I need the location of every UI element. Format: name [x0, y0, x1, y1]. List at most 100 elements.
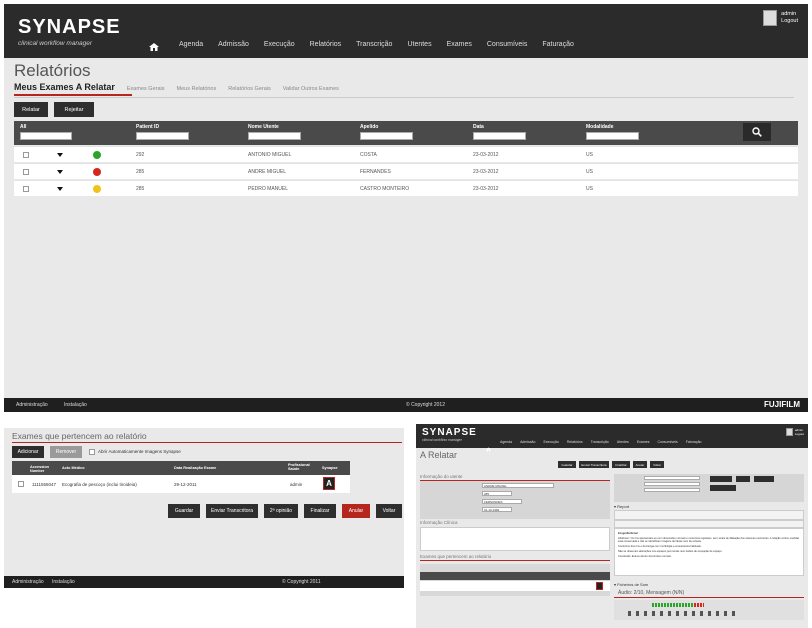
- finalizar-button[interactable]: Finalizar: [304, 504, 336, 518]
- meta-action-2[interactable]: [736, 476, 750, 482]
- tab-meus-exames[interactable]: Meus Exames A Relatar: [14, 82, 115, 92]
- user-menu[interactable]: admin Logout: [763, 10, 798, 26]
- auto-open-checkbox[interactable]: [89, 449, 95, 455]
- main-footer: Administração Instalação © Copyright 201…: [4, 398, 808, 412]
- row-checkbox[interactable]: [23, 169, 29, 175]
- meta-action-1[interactable]: [710, 476, 732, 482]
- anular-button[interactable]: Anular: [342, 504, 370, 518]
- nav-agenda[interactable]: Agenda: [179, 41, 203, 48]
- nav-exames[interactable]: Exames: [447, 41, 472, 48]
- main-content: Relatórios Meus Exames A Relatar Exames …: [4, 58, 808, 398]
- filter-all-input[interactable]: [20, 132, 72, 140]
- nav-consumiveis[interactable]: Consumíveis: [657, 440, 677, 444]
- nav-execucao[interactable]: Execução: [264, 41, 295, 48]
- relatar-button[interactable]: Relatar: [14, 102, 48, 117]
- logout-link[interactable]: Logout: [795, 432, 804, 436]
- segunda-opiniao-button[interactable]: 2ª opinião: [264, 504, 298, 518]
- nav-agenda[interactable]: Agenda: [500, 440, 512, 444]
- footer-admin-link[interactable]: Administração: [12, 579, 44, 585]
- meta-action-4[interactable]: [710, 485, 736, 491]
- cell-data: 23-03-2012: [473, 168, 499, 175]
- nav-utentes[interactable]: Utentes: [617, 440, 629, 444]
- footer-install-link[interactable]: Instalação: [64, 402, 87, 408]
- clinical-info-textarea[interactable]: [420, 527, 610, 551]
- footer-install-link[interactable]: Instalação: [52, 579, 75, 585]
- filter-apelido-input[interactable]: [360, 132, 413, 140]
- left-footer: Administração Instalação © Copyright 201…: [4, 576, 404, 588]
- tab-exames-gerais[interactable]: Exames Gerais: [127, 86, 165, 92]
- table-row[interactable]: 285 PEDRO MANUEL CASTRO MONTEIRO 23-03-2…: [14, 180, 798, 196]
- nome-field[interactable]: ANDRE MIGUEL: [482, 483, 554, 488]
- logout-link[interactable]: Logout: [781, 18, 798, 25]
- nav-execucao[interactable]: Execução: [543, 440, 558, 444]
- section-exams-title: Exames que pertencem ao relatório: [420, 554, 492, 559]
- home-icon[interactable]: [486, 439, 491, 452]
- row-checkbox[interactable]: [18, 481, 24, 487]
- audio-controls[interactable]: [628, 611, 738, 616]
- filter-patient-id-input[interactable]: [136, 132, 189, 140]
- home-icon[interactable]: [149, 39, 159, 51]
- nav-relatorios[interactable]: Relatórios: [310, 41, 342, 48]
- table-row[interactable]: 285 ANDRE MIGUEL FERNANDES 23-03-2012 US: [14, 163, 798, 179]
- nav-faturacao[interactable]: Faturação: [542, 41, 574, 48]
- brand-logo: SYNAPSE clinical workflow manager: [422, 427, 477, 442]
- col-acto-medico: Acto Médico: [62, 466, 85, 470]
- avatar: [785, 428, 793, 436]
- table-row[interactable]: 1111555047 Ecografia de pescoço (inclui …: [12, 475, 350, 493]
- expand-arrow-icon[interactable]: [57, 187, 63, 191]
- filter-modalidade-input[interactable]: [586, 132, 639, 140]
- voltar-button[interactable]: Voltar: [650, 461, 664, 468]
- apelido-field[interactable]: FERNANDES: [482, 499, 522, 504]
- guardar-button[interactable]: Guardar: [168, 504, 200, 518]
- status-dot: [93, 168, 101, 176]
- nav-relatorios[interactable]: Relatórios: [567, 440, 583, 444]
- expand-arrow-icon[interactable]: [57, 170, 63, 174]
- row-checkbox[interactable]: [23, 186, 29, 192]
- col-data: Data: [473, 124, 484, 130]
- meta-select-3[interactable]: [644, 488, 700, 492]
- enviar-transcritora-button[interactable]: Enviar Transcritora: [206, 504, 258, 518]
- row-checkbox[interactable]: [23, 152, 29, 158]
- nav-transcricao[interactable]: Transcrição: [356, 41, 392, 48]
- section-report-title: ▾ Report: [614, 504, 630, 509]
- meta-action-3[interactable]: [754, 476, 774, 482]
- nav-admissao[interactable]: Admissão: [520, 440, 535, 444]
- synapse-viewer-icon[interactable]: [596, 582, 603, 590]
- synapse-viewer-icon[interactable]: A: [323, 477, 335, 490]
- user-menu[interactable]: admin Logout: [785, 428, 804, 436]
- tab-relatorios-gerais[interactable]: Relatórios Gerais: [228, 86, 271, 92]
- search-button[interactable]: [743, 123, 771, 141]
- audio-player: [614, 600, 804, 620]
- finalizar-button[interactable]: Finalizar: [612, 461, 630, 468]
- anular-button[interactable]: Anular: [633, 461, 647, 468]
- report-editor[interactable]: Ecografia Renal Abdómen: Os rins apresen…: [614, 528, 804, 576]
- enviar-transcritora-button[interactable]: Enviar Transcritora: [579, 461, 609, 468]
- audio-section-title: ▾ Ficheiros de Som: [614, 582, 649, 587]
- guardar-button[interactable]: Guardar: [558, 461, 576, 468]
- nav-faturacao[interactable]: Faturação: [686, 440, 702, 444]
- nav-transcricao[interactable]: Transcrição: [591, 440, 609, 444]
- table-row[interactable]: 292 ANTONIO MIGUEL COSTA 23-03-2012 US: [14, 146, 798, 162]
- right-header: SYNAPSE clinical workflow manager Agenda…: [416, 424, 808, 452]
- nav-exames[interactable]: Exames: [637, 440, 650, 444]
- nav-consumiveis[interactable]: Consumíveis: [487, 41, 527, 48]
- nav-utentes[interactable]: Utentes: [407, 41, 431, 48]
- filter-nome-input[interactable]: [248, 132, 301, 140]
- footer-admin-link[interactable]: Administração: [16, 402, 48, 408]
- remover-button[interactable]: Remover: [50, 446, 82, 458]
- tab-validar-outros[interactable]: Validar Outros Exames: [283, 86, 339, 92]
- meta-select-2[interactable]: [644, 482, 700, 486]
- filter-data-input[interactable]: [473, 132, 526, 140]
- data-nascimento-field[interactable]: 01-10-1982: [482, 507, 512, 512]
- voltar-button[interactable]: Voltar: [376, 504, 402, 518]
- cell-patient-id: 285: [136, 185, 145, 192]
- tab-meus-relatorios[interactable]: Meus Relatórios: [177, 86, 217, 92]
- adicionar-button[interactable]: Adicionar: [12, 446, 44, 458]
- nav-admissao[interactable]: Admissão: [218, 41, 249, 48]
- rejeitar-button[interactable]: Rejeitar: [54, 102, 94, 117]
- expand-arrow-icon[interactable]: [57, 153, 63, 157]
- footer-copyright: © Copyright 2011: [282, 579, 321, 585]
- meta-select-1[interactable]: [644, 476, 700, 480]
- n-processo-field[interactable]: 285: [482, 491, 512, 496]
- left-panel-title: Exames que pertencem ao relatório: [12, 431, 147, 441]
